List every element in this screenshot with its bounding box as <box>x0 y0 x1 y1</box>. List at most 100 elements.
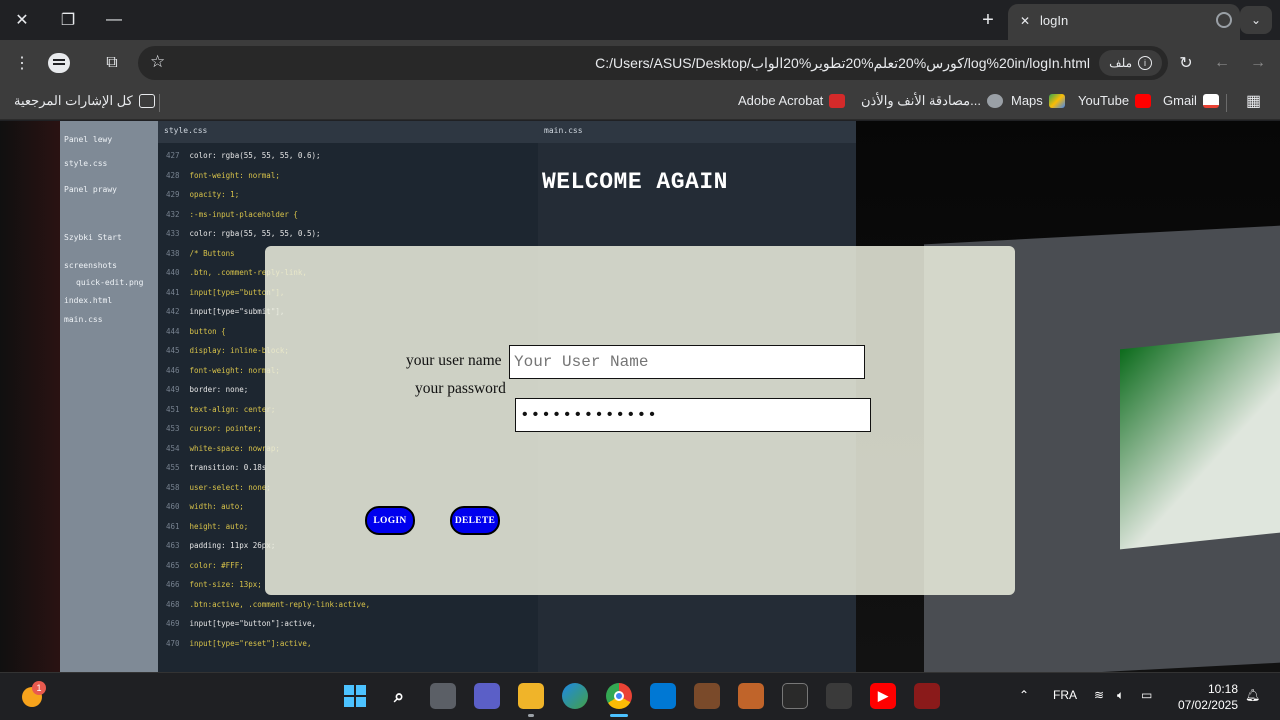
game-app-button-5[interactable] <box>914 683 940 709</box>
globe-icon <box>986 94 1003 108</box>
username-label: your user name <box>406 352 502 369</box>
password-input[interactable] <box>515 398 871 432</box>
bookmark-label: Adobe Acrobat <box>738 93 824 108</box>
maximize-window-button[interactable]: ❐ <box>46 6 90 34</box>
volume-icon[interactable]: 🔈︎ <box>1117 688 1124 703</box>
close-window-button[interactable]: ✕ <box>0 6 44 34</box>
delete-button[interactable]: DELETE <box>450 506 500 535</box>
bg-code-line: 453 cursor: pointer; <box>166 424 262 433</box>
notifications-bell-icon[interactable]: 🔔︎ <box>1245 688 1260 702</box>
youtube-app-button[interactable]: ▶ <box>870 683 896 709</box>
bg-code-line: 458 user-select: none; <box>166 482 271 492</box>
address-bar[interactable]: ☆ C:/Users/ASUS/Desktop/كورس%20تعلم%20تط… <box>138 46 1168 80</box>
site-info-chip[interactable]: ملف i <box>1099 50 1162 76</box>
background-photo <box>0 121 60 672</box>
bookmark-maps[interactable]: Maps <box>1011 93 1065 108</box>
new-tab-button[interactable]: + <box>976 8 1000 32</box>
gmail-icon <box>1202 93 1219 108</box>
bookmarks-bar: كل الإشارات المرجعية Adobe Acrobat مصادق… <box>0 86 1280 120</box>
clock-date: 07/02/2025 <box>1177 698 1238 712</box>
browser-toolbar: ⋮ ⧉ ☆ C:/Users/ASUS/Desktop/كورس%20تعلم%… <box>0 40 1280 86</box>
bg-code-line: 455 transition: 0.18s <box>166 463 267 472</box>
bg-text: Panel prawy <box>64 185 117 194</box>
info-icon: i <box>1138 56 1152 70</box>
game-app-button-2[interactable] <box>738 683 764 709</box>
bg-code-line: 449 border: none; <box>166 385 249 394</box>
tray-expand-button[interactable]: ⌃ <box>1019 688 1029 702</box>
youtube-icon <box>1135 93 1152 108</box>
bg-code-line: 429 opacity: 1; <box>166 190 240 199</box>
forward-button[interactable]: ← <box>1209 50 1235 76</box>
bg-code-line: 451 text-align: center; <box>166 404 276 414</box>
kebab-menu-icon: ⋮ <box>14 55 30 72</box>
battery-icon[interactable]: ▭ <box>1141 688 1152 702</box>
back-button[interactable]: → <box>1245 50 1271 76</box>
background-laptop-screen <box>1120 332 1280 550</box>
game-app-button-1[interactable] <box>694 683 720 709</box>
plus-icon: + <box>982 8 994 31</box>
all-bookmarks-label: كل الإشارات المرجعية <box>14 93 133 108</box>
login-form: your user name your password LOGIN DELET… <box>265 246 1015 595</box>
tab-search-button[interactable]: ⌄ <box>1240 6 1272 34</box>
bg-code-line: 468 .btn:active, .comment-reply-link:acti… <box>166 599 371 609</box>
task-view-button[interactable] <box>430 683 456 709</box>
bg-text: Szybki Start <box>64 233 122 242</box>
bookmark-adobe-acrobat[interactable]: Adobe Acrobat <box>738 93 846 108</box>
active-app-indicator <box>610 714 628 717</box>
game-app-button-4[interactable] <box>826 683 852 709</box>
login-button[interactable]: LOGIN <box>365 506 415 535</box>
clock[interactable]: 10:18 07/02/2025 <box>1178 681 1238 713</box>
bg-code-line: 463 padding: 11px 26px; <box>166 541 276 550</box>
bg-editor-tab: main.css <box>538 121 856 143</box>
all-bookmarks[interactable]: كل الإشارات المرجعية <box>14 93 155 109</box>
bg-text: Panel lewy <box>64 135 113 144</box>
close-icon: ✕ <box>1019 14 1031 28</box>
bg-code-line: 466 font-size: 13px; <box>166 580 262 589</box>
language-indicator[interactable]: FRA <box>1053 688 1077 702</box>
reload-button[interactable]: ↻ <box>1173 50 1199 76</box>
edge-button[interactable] <box>562 683 588 709</box>
password-label: your password <box>415 380 506 397</box>
bg-code-line: 432:-ms-input-placeholder { <box>166 209 298 219</box>
extensions-button[interactable]: ⧉ <box>99 50 125 76</box>
tab-login[interactable]: ✕ logIn <box>1008 4 1240 40</box>
bg-text: style.css <box>64 159 108 168</box>
bg-code-line: 446 font-weight: normal; <box>166 365 280 375</box>
page-viewport: Panel lewy style.css Panel prawy Szybki … <box>0 121 1280 672</box>
search-icon: ⌕ <box>393 685 405 706</box>
bg-text: main.css <box>64 315 103 324</box>
bg-code-line: 433 color: rgba(55, 55, 55, 0.5); <box>166 229 321 238</box>
bookmark-ent-auth[interactable]: مصادقة الأنف والأذن... <box>861 93 1003 109</box>
store-button[interactable] <box>650 683 676 709</box>
tab-title: logIn <box>1040 13 1069 28</box>
network-icon[interactable]: ≋ <box>1094 688 1104 702</box>
bg-text: screenshots <box>64 261 117 270</box>
apps-button[interactable]: ▦ <box>1246 91 1261 111</box>
notification-badge: 1 <box>32 681 46 695</box>
bookmark-youtube[interactable]: YouTube <box>1078 93 1152 108</box>
star-icon[interactable]: ☆ <box>150 52 165 72</box>
bookmark-label: Maps <box>1011 93 1043 108</box>
username-input[interactable] <box>509 345 865 379</box>
file-explorer-button[interactable] <box>518 683 544 709</box>
tab-close-button[interactable]: ✕ <box>1016 12 1034 30</box>
google-lens-button[interactable] <box>46 50 72 76</box>
game-app-button-3[interactable] <box>782 683 808 709</box>
minimize-window-button[interactable]: — <box>92 6 136 34</box>
bookmark-label: Gmail <box>1163 93 1197 108</box>
windows-icon <box>344 685 366 707</box>
bookmark-label: مصادقة الأنف والأذن... <box>861 93 981 108</box>
menu-button[interactable]: ⋮ <box>9 50 35 76</box>
bg-code-line: 427 color: rgba(55, 55, 55, 0.6); <box>166 151 321 160</box>
bookmark-gmail[interactable]: Gmail <box>1163 93 1219 108</box>
chrome-button[interactable] <box>606 683 632 709</box>
bg-text: index.html <box>64 296 113 305</box>
teams-button[interactable] <box>474 683 500 709</box>
start-button[interactable] <box>342 683 368 709</box>
maximize-icon: ❐ <box>60 12 76 29</box>
site-chip-label: ملف <box>1109 56 1132 70</box>
reload-icon: ↻ <box>1179 55 1193 72</box>
bg-code-line: 465 color: #FFF; <box>166 560 244 570</box>
search-button[interactable]: ⌕ <box>386 683 412 709</box>
bg-code-line: 428 font-weight: normal; <box>166 170 280 180</box>
